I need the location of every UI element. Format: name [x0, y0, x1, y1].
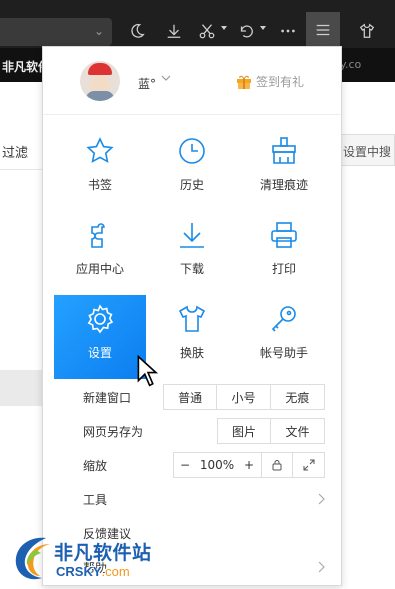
download-icon[interactable] [161, 18, 187, 44]
tools-label: 工具 [83, 493, 108, 507]
new-window-small-button[interactable]: 小号 [217, 385, 271, 409]
menu-header: 蓝° 签到有礼 [43, 47, 341, 115]
undo-caret-icon[interactable] [260, 26, 266, 30]
tile-bookmarks[interactable]: 书签 [54, 127, 146, 211]
save-as-label: 网页另存为 [83, 425, 144, 439]
page-strip [0, 370, 42, 406]
key-icon [271, 306, 296, 332]
chevron-down-icon[interactable] [161, 73, 171, 83]
new-window-normal-button[interactable]: 普通 [164, 385, 218, 409]
scissors-caret-icon[interactable] [221, 26, 227, 30]
checkin-button[interactable]: 签到有礼 [236, 73, 304, 90]
save-as-row: 网页另存为 图片 文件 [43, 414, 341, 448]
new-window-row: 新建窗口 普通 小号 无痕 [43, 380, 341, 414]
moon-icon[interactable] [124, 18, 150, 44]
puzzle-icon [91, 223, 105, 248]
checkin-label: 签到有礼 [256, 75, 305, 89]
lock-icon [272, 460, 282, 471]
chevron-right-icon [318, 561, 325, 573]
new-window-label: 新建窗口 [83, 391, 132, 405]
address-dropdown[interactable]: ⌄ [0, 18, 112, 46]
browser-toolbar: ⌄ [0, 0, 395, 48]
tile-app-center[interactable]: 应用中心 [54, 211, 146, 295]
watermark-en-main: CRSKY [56, 564, 102, 579]
filter-tab[interactable]: 过滤 [0, 134, 42, 170]
tile-settings[interactable]: 设置 [54, 295, 159, 387]
new-window-incognito-button[interactable]: 无痕 [271, 385, 324, 409]
zoom-control: − 100% + [173, 452, 261, 478]
scissors-icon[interactable] [194, 18, 220, 44]
tile-clear-traces[interactable]: 清理痕迹 [238, 127, 330, 211]
bookmark-item-right[interactable]: y.co [340, 58, 361, 71]
menu-icon[interactable] [306, 12, 340, 48]
tile-download[interactable]: 下载 [146, 211, 238, 295]
printer-icon [271, 222, 297, 248]
tile-label: 应用中心 [75, 262, 124, 276]
shirt-icon [178, 305, 206, 332]
watermark-en-text: CRSKY.com [56, 564, 130, 579]
tile-account-helper[interactable]: 帐号助手 [238, 295, 330, 379]
tile-label: 打印 [271, 262, 296, 276]
zoom-out-button[interactable]: − [174, 453, 196, 477]
tile-label: 下载 [179, 262, 204, 276]
save-as-file-button[interactable]: 文件 [271, 419, 324, 443]
gear-icon [87, 304, 114, 334]
watermark: 非凡软件站 CRSKY.com [6, 528, 166, 588]
expand-icon [303, 459, 314, 471]
tile-label: 书签 [87, 178, 112, 192]
tile-label: 换肤 [179, 346, 204, 360]
tile-print[interactable]: 打印 [238, 211, 330, 295]
save-as-image-button[interactable]: 图片 [218, 419, 272, 443]
undo-icon[interactable] [233, 18, 259, 44]
gift-icon [237, 75, 251, 89]
shirt-icon[interactable] [354, 18, 380, 44]
tools-row[interactable]: 工具 [43, 482, 341, 516]
broom-icon [272, 137, 296, 164]
crsky-logo-icon [15, 537, 50, 580]
zoom-in-button[interactable]: + [238, 453, 260, 477]
username[interactable]: 蓝° [138, 75, 156, 92]
save-as-options: 图片 文件 [217, 418, 325, 444]
clock-icon [179, 138, 205, 164]
download-icon [180, 223, 204, 248]
settings-search-input[interactable]: 设置中搜 [336, 134, 395, 166]
zoom-extra-buttons [261, 452, 325, 478]
zoom-row: 缩放 − 100% + [43, 448, 341, 482]
filter-label: 过滤 [2, 146, 29, 161]
zoom-label: 缩放 [83, 459, 108, 473]
watermark-cn-text: 非凡软件站 [54, 542, 152, 564]
tile-label: 帐号助手 [259, 346, 308, 360]
chevron-right-icon [318, 493, 325, 505]
tile-label: 历史 [179, 178, 204, 192]
more-icon[interactable] [275, 18, 301, 44]
new-window-options: 普通 小号 无痕 [163, 384, 325, 410]
tile-skin[interactable]: 换肤 [146, 295, 238, 379]
avatar[interactable] [80, 61, 120, 101]
lock-button[interactable] [262, 453, 294, 477]
tile-history[interactable]: 历史 [146, 127, 238, 211]
tile-label: 清理痕迹 [259, 178, 308, 192]
chevron-down-icon[interactable]: ⌄ [94, 24, 104, 38]
watermark-en-suffix: .com [101, 564, 130, 579]
tile-label: 设置 [87, 346, 112, 360]
star-icon [86, 137, 114, 163]
settings-search-placeholder: 设置中搜 [343, 145, 392, 159]
main-menu-panel: 蓝° 签到有礼 书签 历史 清理痕迹 应用中心 下载 打印 设置 换肤 帐号助手… [42, 46, 342, 586]
fullscreen-button[interactable] [293, 453, 324, 477]
zoom-value: 100% [199, 458, 235, 472]
